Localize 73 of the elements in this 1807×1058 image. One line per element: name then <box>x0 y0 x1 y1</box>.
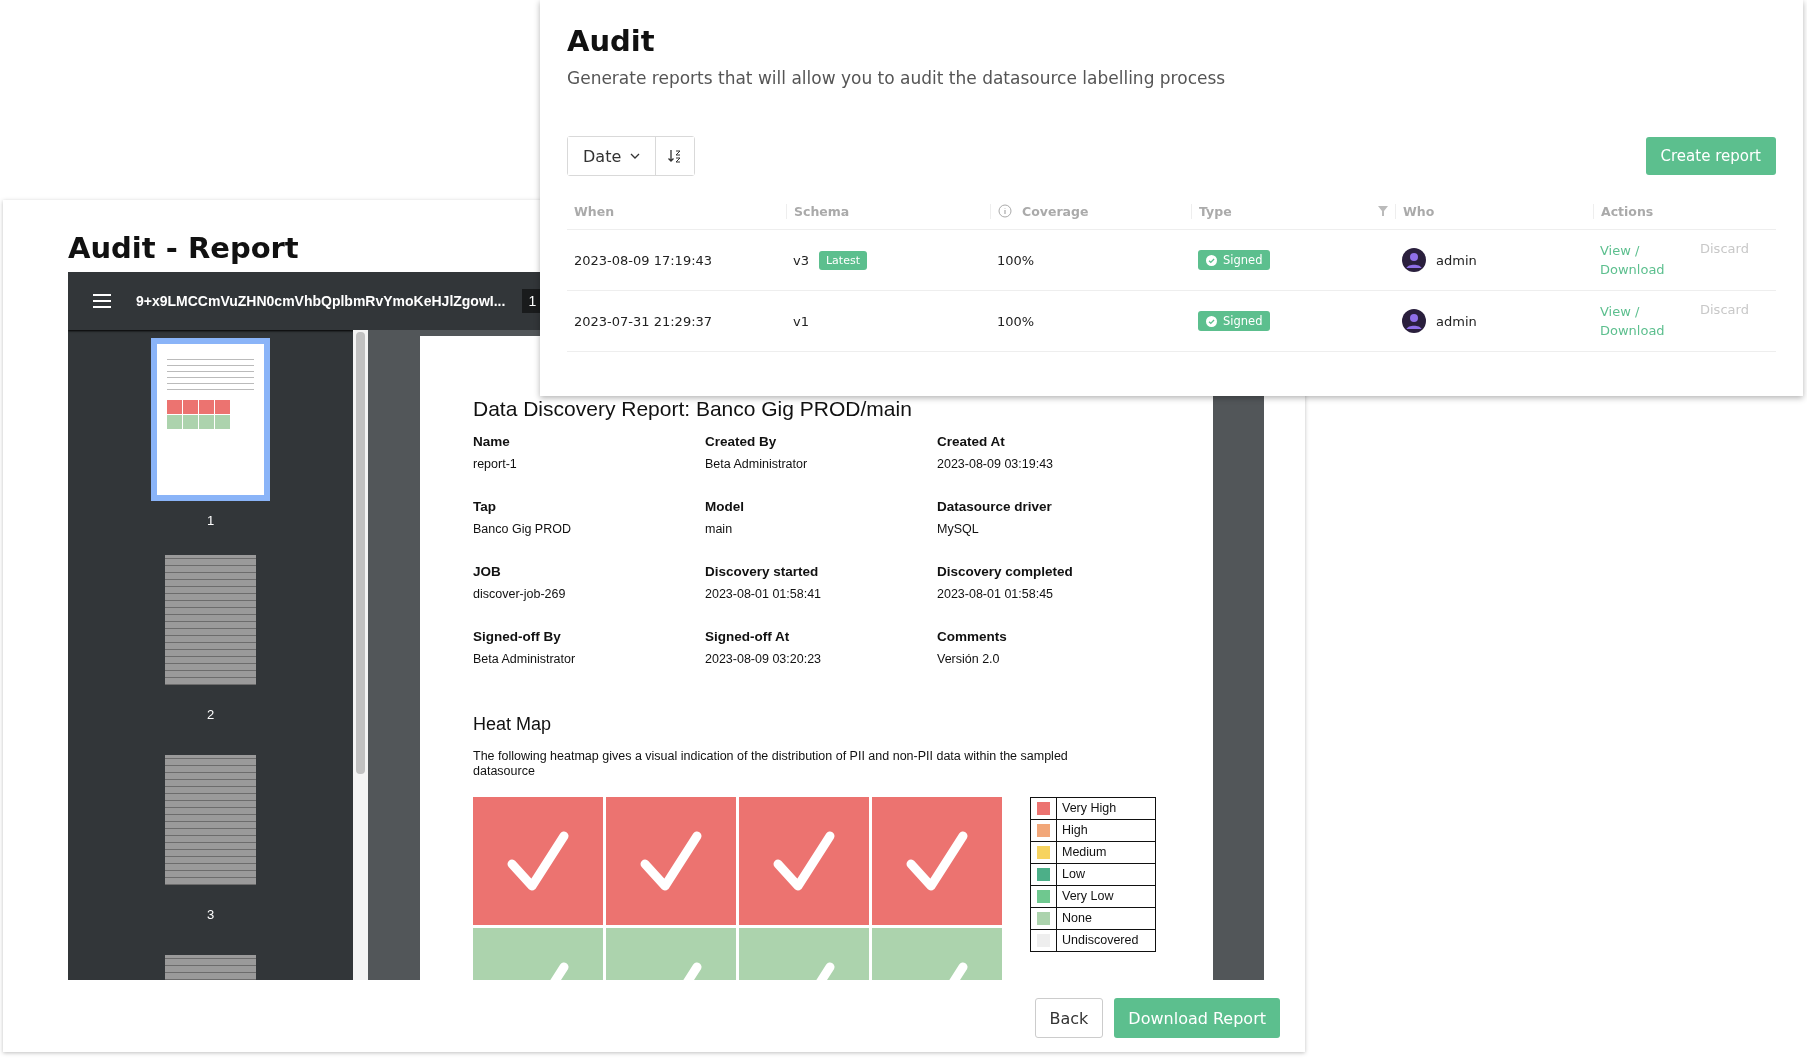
legend-label: Undiscovered <box>1061 932 1139 949</box>
page-title: Audit - Report <box>68 230 299 266</box>
field-value: main <box>705 522 734 536</box>
legend-label: None <box>1061 910 1092 927</box>
sort-dropdown[interactable]: Date <box>568 137 657 175</box>
table-cell: 100% <box>997 252 1035 268</box>
report-title: Data Discovery Report: Banco Gig PROD/main <box>473 396 913 422</box>
chevron-down-icon <box>630 153 641 159</box>
legend-label: Very High <box>1061 800 1117 817</box>
menu-icon[interactable] <box>93 294 111 308</box>
check-circle-icon <box>1206 315 1217 327</box>
field-label: Tap <box>473 499 497 514</box>
field-label: Name <box>473 434 511 449</box>
download-button[interactable]: Download Report <box>1114 998 1280 1038</box>
page-subtitle: Generate reports that will allow you to audit the datasource labelling process <box>567 68 1227 88</box>
field-value: 2023-08-09 03:19:43 <box>937 457 1055 471</box>
page-label: 3 <box>206 907 215 922</box>
column-header: When <box>574 203 615 219</box>
field-value: MySQL <box>937 522 980 536</box>
field-value: Versión 2.0 <box>937 652 1001 666</box>
column-header: Actions <box>1601 203 1654 219</box>
table-cell: 2023-08-09 17:19:43 <box>574 252 713 268</box>
table-cell: v3 <box>793 252 809 268</box>
field-value: Banco Gig PROD <box>473 522 572 536</box>
page-number-field[interactable]: 1 <box>522 289 543 313</box>
field-value: discover-job-269 <box>473 587 567 601</box>
signed-badge: Signed <box>1198 311 1271 331</box>
field-value: report-1 <box>473 457 518 471</box>
view-download-link[interactable]: View / Download <box>1600 241 1670 279</box>
latest-badge: Latest <box>818 250 867 270</box>
page-label: 2 <box>206 707 215 722</box>
legend-label: Very Low <box>1061 888 1114 905</box>
table-cell: admin <box>1436 313 1477 329</box>
field-value: Beta Administrator <box>705 457 809 471</box>
field-label: Discovery started <box>705 564 820 579</box>
legend-label: Medium <box>1061 844 1107 861</box>
column-header: Schema <box>794 203 850 219</box>
field-label: JOB <box>473 564 502 579</box>
table-cell: 2023-07-31 21:29:37 <box>574 313 713 329</box>
table-cell: admin <box>1436 252 1477 268</box>
legend-label: High <box>1061 822 1088 839</box>
scrollbar-thumb[interactable] <box>356 332 365 774</box>
section-heading: Heat Map <box>473 714 553 735</box>
field-label: Model <box>705 499 745 514</box>
view-download-link[interactable]: View / Download <box>1600 302 1670 340</box>
table-cell: 100% <box>997 313 1035 329</box>
field-value: 2023-08-09 03:20:23 <box>705 652 823 666</box>
section-description: The following heatmap gives a visual indication of the distribution of PII and non-PII data within the sampled datasource <box>473 749 1069 779</box>
column-header: Who <box>1403 203 1435 219</box>
create-report-button[interactable]: Create report <box>1645 137 1776 175</box>
legend-label: Low <box>1061 866 1085 883</box>
file-name: 9+x9LMCCmVuZHN0cmVhbQplbmRvYmoKeHJlZgowI... <box>136 293 506 309</box>
field-label: Created By <box>705 434 778 449</box>
field-label: Datasource driver <box>937 499 1053 514</box>
column-header: Type <box>1199 203 1232 219</box>
field-value: 2023-08-01 01:58:41 <box>705 587 823 601</box>
field-label: Discovery completed <box>937 564 1074 579</box>
signed-badge: Signed <box>1198 250 1271 270</box>
back-button[interactable]: Back <box>1034 998 1104 1038</box>
avatar-icon <box>1402 309 1426 333</box>
column-header: Coverage <box>1022 203 1089 219</box>
check-circle-icon <box>1206 254 1217 266</box>
avatar-icon <box>1402 248 1426 272</box>
page-thumbnail[interactable] <box>151 338 270 501</box>
field-label: Signed-off By <box>473 629 562 644</box>
page-label: 1 <box>206 513 215 528</box>
page-title: Audit <box>567 23 656 60</box>
field-label: Signed-off At <box>705 629 791 644</box>
table-cell: v1 <box>793 313 809 329</box>
field-label: Created At <box>937 434 1006 449</box>
field-value: 2023-08-01 01:58:45 <box>937 587 1055 601</box>
field-label: Comments <box>937 629 1008 644</box>
field-value: Beta Administrator <box>473 652 577 666</box>
